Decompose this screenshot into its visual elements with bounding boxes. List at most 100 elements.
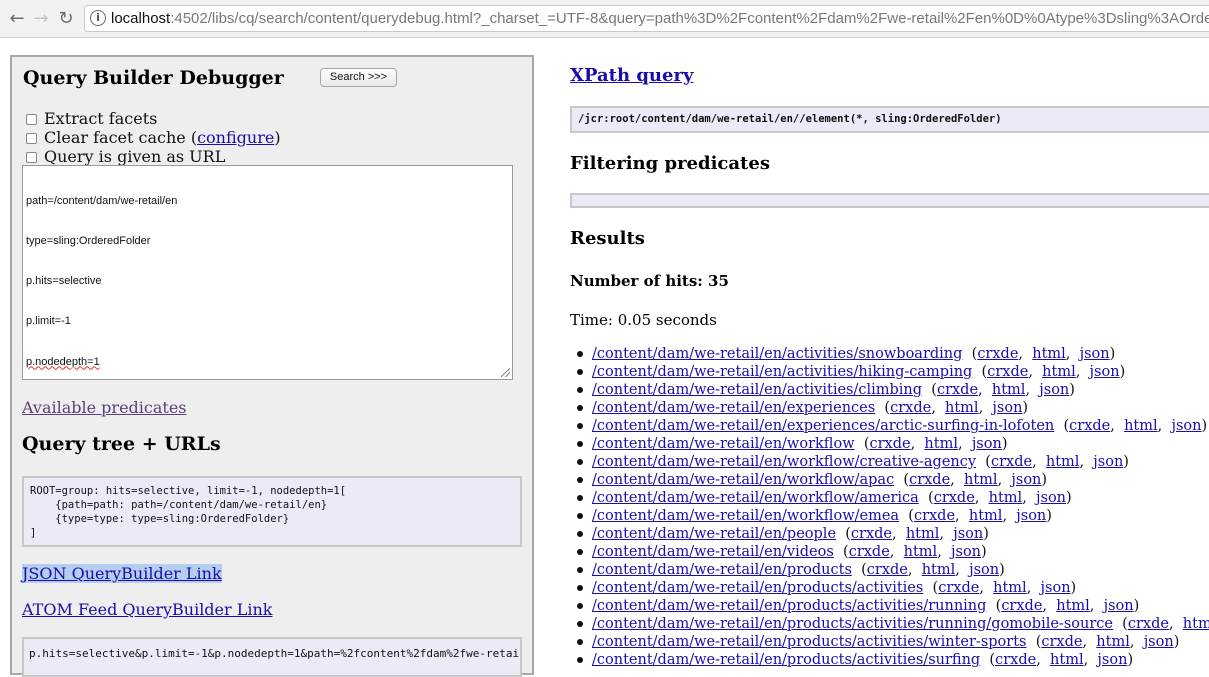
extract-facets-checkbox[interactable] (26, 114, 37, 125)
json-link[interactable]: json (1016, 508, 1046, 524)
crxde-link[interactable]: crxde (849, 544, 890, 560)
crxde-link[interactable]: crxde (937, 382, 978, 398)
json-link[interactable]: json (1144, 634, 1174, 650)
result-path-link[interactable]: /content/dam/we-retail/en/activities/sno… (592, 346, 962, 362)
result-path-link[interactable]: /content/dam/we-retail/en/activities/cli… (592, 382, 922, 398)
json-link[interactable]: json (1171, 418, 1201, 434)
result-path-link[interactable]: /content/dam/we-retail/en/workflow/creat… (592, 454, 976, 470)
html-link[interactable]: html (964, 472, 998, 488)
available-predicates-link[interactable]: Available predicates (22, 398, 187, 417)
result-item: /content/dam/we-retail/en/products/activ… (577, 597, 1209, 615)
html-link[interactable]: html (1096, 634, 1130, 650)
html-link[interactable]: html (992, 382, 1026, 398)
query-tree-box: ROOT=group: hits=selective, limit=-1, no… (22, 476, 522, 547)
json-link[interactable]: json (972, 436, 1002, 452)
result-path-link[interactable]: /content/dam/we-retail/en/experiences (592, 400, 875, 416)
result-path-link[interactable]: /content/dam/we-retail/en/experiences/ar… (592, 418, 1054, 434)
query-line: p.hits=selective (26, 275, 102, 288)
crxde-link[interactable]: crxde (1069, 418, 1110, 434)
info-icon[interactable]: i (90, 10, 106, 26)
result-path-link[interactable]: /content/dam/we-retail/en/people (592, 526, 836, 542)
html-link[interactable]: html (1183, 616, 1209, 632)
result-path-link[interactable]: /content/dam/we-retail/en/workflow (592, 436, 855, 452)
clear-facet-cache-checkbox[interactable] (26, 133, 37, 144)
html-link[interactable]: html (1124, 418, 1158, 434)
bullet-icon (577, 531, 583, 537)
configure-link[interactable]: configure (197, 128, 274, 147)
json-link[interactable]: json (969, 562, 999, 578)
result-path-link[interactable]: /content/dam/we-retail/en/products (592, 562, 852, 578)
crxde-link[interactable]: crxde (977, 346, 1018, 362)
crxde-link[interactable]: crxde (867, 562, 908, 578)
html-link[interactable]: html (993, 580, 1027, 596)
crxde-link[interactable]: crxde (987, 364, 1028, 380)
results-list: /content/dam/we-retail/en/activities/sno… (577, 345, 1209, 669)
resize-handle-icon[interactable] (501, 368, 510, 377)
reload-icon[interactable]: ↻ (55, 8, 77, 30)
query-textarea[interactable]: path=/content/dam/we-retail/en type=slin… (22, 165, 513, 380)
filtering-predicates-heading: Filtering predicates (570, 153, 770, 174)
json-link[interactable]: json (951, 544, 981, 560)
result-path-link[interactable]: /content/dam/we-retail/en/products/activ… (592, 580, 923, 596)
crxde-link[interactable]: crxde (934, 490, 975, 506)
forward-arrow-icon[interactable]: → (30, 8, 52, 30)
json-link[interactable]: json (1093, 454, 1123, 470)
atom-feed-querybuilder-link[interactable]: ATOM Feed QueryBuilder Link (22, 600, 273, 619)
crxde-link[interactable]: crxde (1001, 598, 1042, 614)
json-link[interactable]: json (1080, 346, 1110, 362)
query-line: path=/content/dam/we-retail/en (26, 194, 178, 207)
result-path-link[interactable]: /content/dam/we-retail/en/workflow/apac (592, 472, 894, 488)
crxde-link[interactable]: crxde (909, 472, 950, 488)
json-link[interactable]: json (992, 400, 1022, 416)
result-path-link[interactable]: /content/dam/we-retail/en/workflow/emea (592, 508, 899, 524)
query-params-box: p.hits=selective&p.limit=-1&p.nodedepth=… (22, 637, 522, 677)
html-link[interactable]: html (1046, 454, 1080, 470)
json-querybuilder-link[interactable]: JSON QueryBuilder Link (22, 564, 222, 583)
result-item: /content/dam/we-retail/en/activities/cli… (577, 381, 1209, 399)
json-link[interactable]: json (1039, 382, 1069, 398)
result-path-link[interactable]: /content/dam/we-retail/en/workflow/ameri… (592, 490, 919, 506)
html-link[interactable]: html (904, 544, 938, 560)
back-arrow-icon[interactable]: ← (6, 8, 28, 30)
result-path-link[interactable]: /content/dam/we-retail/en/activities/hik… (592, 364, 972, 380)
json-link[interactable]: json (1036, 490, 1066, 506)
result-item: /content/dam/we-retail/en/workflow/ameri… (577, 489, 1209, 507)
xpath-query-link[interactable]: XPath query (570, 65, 693, 86)
result-path-link[interactable]: /content/dam/we-retail/en/products/activ… (592, 616, 1113, 632)
crxde-link[interactable]: crxde (1041, 634, 1082, 650)
result-item: /content/dam/we-retail/en/products/activ… (577, 615, 1209, 633)
crxde-link[interactable]: crxde (914, 508, 955, 524)
crxde-link[interactable]: crxde (991, 454, 1032, 470)
crxde-link[interactable]: crxde (870, 436, 911, 452)
result-path-link[interactable]: /content/dam/we-retail/en/videos (592, 544, 834, 560)
crxde-link[interactable]: crxde (1128, 616, 1169, 632)
json-link[interactable]: json (953, 526, 983, 542)
bullet-icon (577, 405, 583, 411)
bullet-icon (577, 621, 583, 627)
result-path-link[interactable]: /content/dam/we-retail/en/products/activ… (592, 598, 986, 614)
crxde-link[interactable]: crxde (890, 400, 931, 416)
results-heading: Results (570, 228, 645, 249)
html-link[interactable]: html (969, 508, 1003, 524)
html-link[interactable]: html (989, 490, 1023, 506)
crxde-link[interactable]: crxde (938, 580, 979, 596)
html-link[interactable]: html (924, 436, 958, 452)
search-button[interactable]: Search >>> (320, 68, 397, 87)
json-link[interactable]: json (1104, 598, 1134, 614)
html-link[interactable]: html (1056, 598, 1090, 614)
html-link[interactable]: html (945, 400, 979, 416)
json-link[interactable]: json (1011, 472, 1041, 488)
html-link[interactable]: html (1042, 364, 1076, 380)
bullet-icon (577, 387, 583, 393)
json-link[interactable]: json (1041, 580, 1071, 596)
json-link[interactable]: json (1090, 364, 1120, 380)
result-item: /content/dam/we-retail/en/workflow/creat… (577, 453, 1209, 471)
query-as-url-checkbox[interactable] (26, 152, 37, 163)
result-path-link[interactable]: /content/dam/we-retail/en/products/activ… (592, 634, 1026, 650)
result-item: /content/dam/we-retail/en/experiences (c… (577, 399, 1209, 417)
page-title: Query Builder Debugger (23, 67, 284, 89)
html-link[interactable]: html (1032, 346, 1066, 362)
crxde-link[interactable]: crxde (851, 526, 892, 542)
html-link[interactable]: html (906, 526, 940, 542)
html-link[interactable]: html (922, 562, 956, 578)
